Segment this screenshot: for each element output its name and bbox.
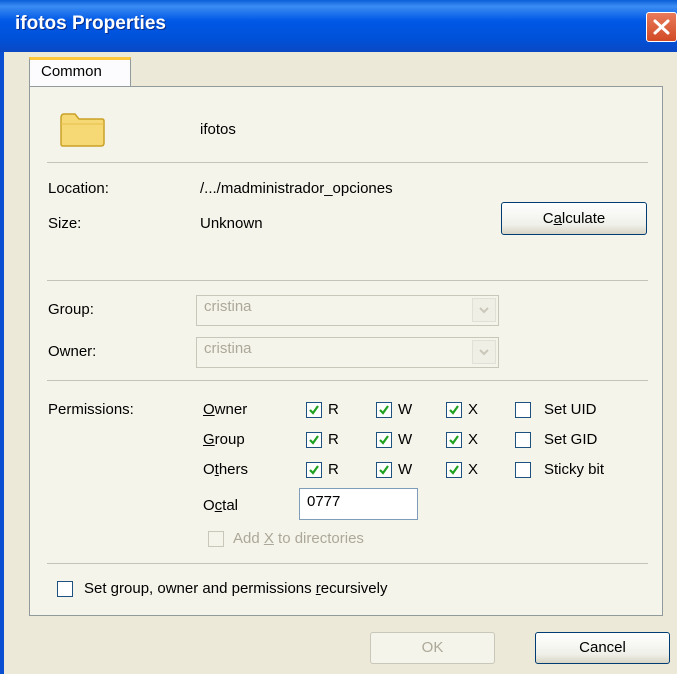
window-title: ifotos Properties <box>15 13 166 34</box>
others-write-checkbox[interactable] <box>376 462 392 478</box>
chevron-down-icon <box>472 298 496 322</box>
group-read-checkbox[interactable] <box>306 432 322 448</box>
window-frame <box>0 52 4 674</box>
chevron-down-icon <box>472 340 496 364</box>
group-write-checkbox[interactable] <box>376 432 392 448</box>
cancel-button[interactable]: Cancel <box>535 632 670 664</box>
separator <box>47 162 648 163</box>
size-value: Unknown <box>200 215 263 232</box>
others-read-checkbox[interactable] <box>306 462 322 478</box>
octal-label: Octal <box>203 497 239 514</box>
owner-execute-checkbox[interactable] <box>446 402 462 418</box>
recursive-checkbox[interactable] <box>57 581 73 597</box>
others-execute-label: X <box>468 461 479 478</box>
location-label: Location: <box>48 180 109 197</box>
others-execute-checkbox[interactable] <box>446 462 462 478</box>
separator <box>47 280 648 281</box>
group-label: Group: <box>48 301 94 318</box>
group-special-checkbox[interactable] <box>515 432 531 448</box>
calculate-button[interactable]: Calculate <box>501 202 647 235</box>
perm-owner-label: Owner <box>203 401 248 418</box>
owner-select-value: cristina <box>204 340 252 357</box>
group-select-value: cristina <box>204 298 252 315</box>
others-write-label: W <box>398 461 413 478</box>
owner-write-checkbox[interactable] <box>376 402 392 418</box>
group-read-label: R <box>328 431 339 448</box>
file-name: ifotos <box>200 121 236 138</box>
tab-common[interactable]: Common <box>29 57 131 87</box>
group-write-label: W <box>398 431 413 448</box>
octal-input-value: 0777 <box>307 493 341 510</box>
owner-special-label: Set UID <box>544 401 597 418</box>
octal-input[interactable]: 0777 <box>299 488 418 520</box>
group-execute-checkbox[interactable] <box>446 432 462 448</box>
separator <box>47 380 648 381</box>
group-select[interactable]: cristina <box>196 295 499 326</box>
separator <box>47 563 648 564</box>
close-icon <box>653 19 670 35</box>
recursive-label: Set group, owner and permissions recursi… <box>84 580 388 597</box>
add-x-checkbox[interactable] <box>208 531 224 547</box>
group-execute-label: X <box>468 431 479 448</box>
size-label: Size: <box>48 215 82 232</box>
perm-others-label: Others <box>203 461 249 478</box>
owner-read-label: R <box>328 401 339 418</box>
group-special-label: Set GID <box>544 431 598 448</box>
owner-write-label: W <box>398 401 413 418</box>
location-value: /.../madministrador_opciones <box>200 180 393 197</box>
others-read-label: R <box>328 461 339 478</box>
permissions-label: Permissions: <box>48 401 134 418</box>
close-button[interactable] <box>646 12 677 42</box>
others-special-checkbox[interactable] <box>515 462 531 478</box>
ok-button[interactable]: OK <box>370 632 495 664</box>
properties-dialog: ifotos Properties Common ifotos Location… <box>0 0 677 674</box>
title-bar[interactable]: ifotos Properties <box>0 0 677 52</box>
perm-group-label: Group <box>203 431 245 448</box>
owner-execute-label: X <box>468 401 479 418</box>
owner-select[interactable]: cristina <box>196 337 499 368</box>
add-x-label: Add X to directories <box>233 530 364 547</box>
folder-icon <box>60 113 105 147</box>
others-special-label: Sticky bit <box>544 461 605 478</box>
owner-special-checkbox[interactable] <box>515 402 531 418</box>
owner-label: Owner: <box>48 343 97 360</box>
tab-label: Common <box>41 63 102 80</box>
owner-read-checkbox[interactable] <box>306 402 322 418</box>
